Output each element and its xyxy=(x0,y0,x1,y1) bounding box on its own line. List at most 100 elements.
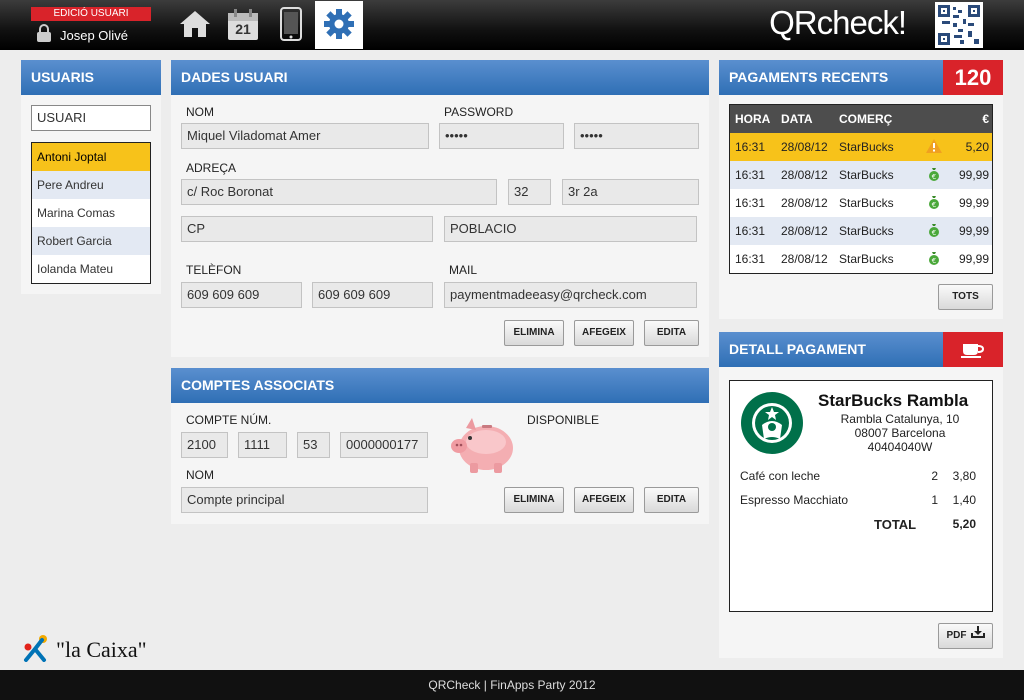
row-time: 16:31 xyxy=(735,224,766,238)
add-account-button[interactable]: AFEGEIX xyxy=(574,487,634,513)
phone-secondary-field[interactable]: 609 609 609 xyxy=(312,282,433,308)
lock-icon xyxy=(36,24,52,46)
row-shop: StarBucks xyxy=(839,140,894,154)
account-name-label: NOM xyxy=(186,468,214,482)
shop-address-line1: Rambla Catalunya, 10 xyxy=(840,412,960,426)
account-dc-field[interactable]: 53 xyxy=(297,432,330,458)
address-label: ADREÇA xyxy=(186,161,237,175)
row-amount: 99,99 xyxy=(958,168,989,182)
shop-tax-id: 40404040W xyxy=(867,440,933,454)
table-row[interactable]: 16:31 28/08/12 StarBucks € 99,99 xyxy=(730,217,992,245)
delete-account-button[interactable]: ELIMINA xyxy=(504,487,564,513)
gear-icon xyxy=(323,8,355,43)
line-item-name: Café con leche xyxy=(740,469,821,483)
users-list: Antoni Joptal Pere Andreu Marina Comas R… xyxy=(31,142,151,284)
calendar-icon: 21 xyxy=(226,8,260,42)
receipt: StarBucks Rambla Rambla Catalunya, 10 08… xyxy=(729,380,993,612)
account-office-field[interactable]: 1111 xyxy=(238,432,287,458)
list-item[interactable]: Robert Garcia xyxy=(32,227,150,255)
available-label: DISPONIBLE xyxy=(527,413,600,427)
users-panel: USUARIS USUARI Antoni Joptal Pere Andreu… xyxy=(21,60,161,294)
row-amount: 99,99 xyxy=(958,196,989,210)
list-item[interactable]: Pere Andreu xyxy=(32,171,150,199)
nav-calendar[interactable]: 21 xyxy=(219,1,267,49)
phone-field[interactable]: 609 609 609 xyxy=(181,282,302,308)
delete-user-button[interactable]: ELIMINA xyxy=(504,320,564,346)
pdf-button[interactable]: PDF xyxy=(938,623,993,649)
payment-detail-panel: DETALL PAGAMENT StarBucks Rambla Rambla … xyxy=(719,332,1003,658)
row-date: 28/08/12 xyxy=(781,168,828,182)
row-date: 28/08/12 xyxy=(781,196,828,210)
user-name: Josep Olivé xyxy=(60,27,128,43)
footer: QRCheck | FinApps Party 2012 xyxy=(0,670,1024,700)
home-icon xyxy=(178,9,212,42)
row-time: 16:31 xyxy=(735,168,766,182)
password-confirm-field[interactable]: ••••• xyxy=(574,123,699,149)
row-date: 28/08/12 xyxy=(781,224,828,238)
money-bag-icon: € xyxy=(917,251,951,268)
accounts-panel: COMPTES ASSOCIATS COMPTE NÚM. DISPONIBLE… xyxy=(171,368,709,524)
mobile-icon xyxy=(280,6,302,44)
col-amount: € xyxy=(982,112,989,126)
row-time: 16:31 xyxy=(735,140,766,154)
phone-label: TELÈFON xyxy=(186,263,242,277)
account-name-field[interactable]: Compte principal xyxy=(181,487,428,513)
password-label: PASSWORD xyxy=(444,105,514,119)
email-field[interactable]: paymentmadeeasy@qrcheck.com xyxy=(444,282,697,308)
top-bar: EDICIÓ USUARI Josep Olivé 21 QRcheck! xyxy=(0,0,1024,50)
nav-mobile[interactable] xyxy=(267,1,315,49)
star-logo-icon xyxy=(22,634,52,665)
account-number-field[interactable]: 0000000177 xyxy=(340,432,428,458)
payments-count-badge: 120 xyxy=(943,60,1003,95)
postal-code-field[interactable]: CP xyxy=(181,216,433,242)
all-payments-button[interactable]: TOTS xyxy=(938,284,993,310)
calendar-day: 21 xyxy=(235,21,251,37)
nav-home[interactable] xyxy=(171,1,219,49)
line-item-name: Espresso Macchiato xyxy=(740,493,849,507)
account-entity-field[interactable]: 2100 xyxy=(181,432,228,458)
row-shop: StarBucks xyxy=(839,196,894,210)
table-row[interactable]: 16:31 28/08/12 StarBucks € 99,99 xyxy=(730,245,992,273)
table-row[interactable]: 16:31 28/08/12 StarBucks 5,20 xyxy=(730,133,992,161)
shop-address: Rambla Catalunya, 10 08007 Barcelona 404… xyxy=(810,412,990,454)
la-caixa-text: "la Caixa" xyxy=(56,636,147,662)
row-date: 28/08/12 xyxy=(781,252,828,266)
svg-text:€: € xyxy=(932,173,936,181)
name-field[interactable]: Miquel Viladomat Amer xyxy=(181,123,429,149)
nav-settings[interactable] xyxy=(315,1,363,49)
row-amount: 99,99 xyxy=(958,224,989,238)
edit-user-button[interactable]: EDITA xyxy=(644,320,699,346)
piggy-bank-icon xyxy=(450,414,518,479)
row-time: 16:31 xyxy=(735,196,766,210)
payments-table: HORA DATA COMERÇ € 16:31 28/08/12 StarBu… xyxy=(729,104,993,274)
account-number-label: COMPTE NÚM. xyxy=(186,413,272,427)
users-search-input[interactable]: USUARI xyxy=(31,105,151,131)
add-user-button[interactable]: AFEGEIX xyxy=(574,320,634,346)
list-item[interactable]: Marina Comas xyxy=(32,199,150,227)
password-field[interactable]: ••••• xyxy=(439,123,564,149)
mail-label: MAIL xyxy=(449,263,478,277)
accounts-title: COMPTES ASSOCIATS xyxy=(171,368,709,403)
pdf-button-label: PDF xyxy=(946,630,967,641)
list-item[interactable]: Antoni Joptal xyxy=(32,143,150,171)
col-time: HORA xyxy=(735,112,771,126)
la-caixa-logo: "la Caixa" xyxy=(22,634,147,665)
svg-text:€: € xyxy=(932,257,936,265)
street-field[interactable]: c/ Roc Boronat xyxy=(181,179,497,205)
row-shop: StarBucks xyxy=(839,252,894,266)
line-item-qty: 2 xyxy=(931,469,938,483)
mode-badge: EDICIÓ USUARI xyxy=(31,7,151,21)
table-header: HORA DATA COMERÇ € xyxy=(730,105,992,133)
qr-code-icon xyxy=(935,2,983,48)
table-row[interactable]: 16:31 28/08/12 StarBucks € 99,99 xyxy=(730,189,992,217)
app-logo: QRcheck! xyxy=(769,4,907,41)
floor-field[interactable]: 3r 2a xyxy=(562,179,699,205)
city-field[interactable]: POBLACIO xyxy=(444,216,697,242)
street-number-field[interactable]: 32 xyxy=(508,179,551,205)
total-value: 5,20 xyxy=(952,517,976,531)
table-row[interactable]: 16:31 28/08/12 StarBucks € 99,99 xyxy=(730,161,992,189)
list-item[interactable]: Iolanda Mateu xyxy=(32,255,150,283)
row-time: 16:31 xyxy=(735,252,766,266)
download-icon xyxy=(970,624,985,648)
edit-account-button[interactable]: EDITA xyxy=(644,487,699,513)
